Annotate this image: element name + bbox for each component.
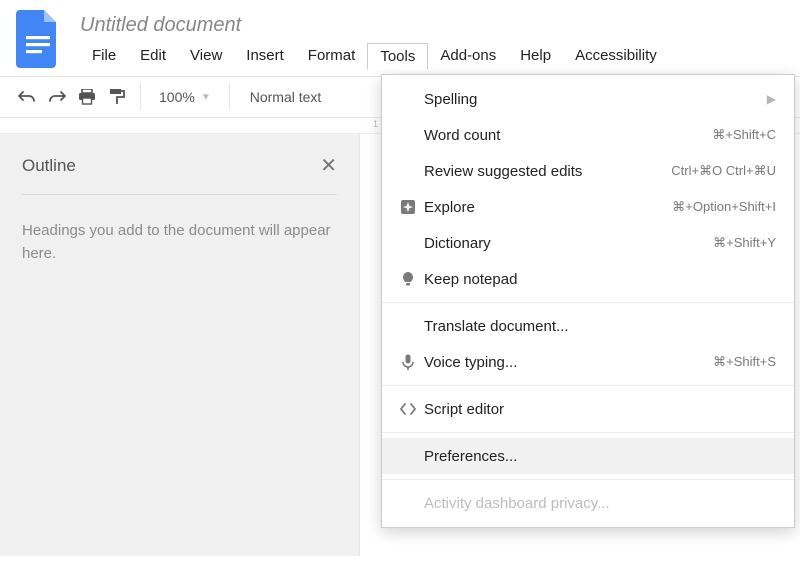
menu-item-keep-notepad[interactable]: Keep notepad [382, 261, 794, 297]
toolbar-separator [140, 84, 141, 110]
menu-addons[interactable]: Add-ons [428, 43, 508, 70]
menu-tools[interactable]: Tools [367, 43, 428, 70]
menu-item-label: Preferences... [422, 448, 776, 465]
menu-separator [382, 479, 794, 480]
header: Untitled document File Edit View Insert … [0, 0, 800, 70]
menu-insert[interactable]: Insert [234, 43, 296, 70]
print-button[interactable] [72, 82, 102, 112]
menu-separator [382, 302, 794, 303]
menubar: File Edit View Insert Format Tools Add-o… [80, 43, 784, 70]
close-icon[interactable]: ✕ [320, 156, 337, 176]
menu-item-review-edits[interactable]: Review suggested edits Ctrl+⌘O Ctrl+⌘U [382, 153, 794, 189]
explore-icon [394, 199, 422, 215]
menu-item-script-editor[interactable]: Script editor [382, 391, 794, 427]
mic-icon [394, 354, 422, 371]
zoom-value: 100% [159, 89, 195, 105]
menu-item-voice-typing[interactable]: Voice typing... ⌘+Shift+S [382, 344, 794, 380]
submenu-arrow-icon: ▶ [767, 92, 776, 106]
menu-item-label: Voice typing... [422, 354, 713, 371]
menu-separator [382, 385, 794, 386]
toolbar-separator [229, 84, 230, 110]
paint-format-button[interactable] [102, 82, 132, 112]
header-right: Untitled document File Edit View Insert … [80, 10, 784, 70]
zoom-selector[interactable]: 100% ▼ [149, 89, 221, 105]
menu-item-explore[interactable]: Explore ⌘+Option+Shift+I [382, 189, 794, 225]
menu-accessibility[interactable]: Accessibility [563, 43, 669, 70]
menu-item-label: Keep notepad [422, 271, 776, 288]
menu-item-label: Spelling [422, 91, 767, 108]
menu-item-label: Translate document... [422, 318, 776, 335]
menu-item-preferences[interactable]: Preferences... [382, 438, 794, 474]
menu-item-activity-privacy: Activity dashboard privacy... [382, 485, 794, 521]
tools-menu-dropdown: Spelling ▶ Word count ⌘+Shift+C Review s… [381, 74, 795, 528]
menu-help[interactable]: Help [508, 43, 563, 70]
outline-panel: Outline ✕ Headings you add to the docume… [0, 134, 360, 556]
menu-shortcut: ⌘+Option+Shift+I [672, 199, 776, 215]
menu-item-label: Dictionary [422, 235, 713, 252]
ruler-tick: 1 [373, 119, 378, 129]
menu-item-dictionary[interactable]: Dictionary ⌘+Shift+Y [382, 225, 794, 261]
document-title[interactable]: Untitled document [80, 12, 784, 43]
paragraph-style-selector[interactable]: Normal text [238, 89, 334, 105]
script-icon [394, 403, 422, 415]
menu-shortcut: ⌘+Shift+Y [713, 235, 776, 251]
outline-title: Outline [22, 156, 76, 176]
menu-item-spelling[interactable]: Spelling ▶ [382, 81, 794, 117]
menu-edit[interactable]: Edit [128, 43, 178, 70]
outline-placeholder: Headings you add to the document will ap… [22, 195, 337, 266]
menu-shortcut: ⌘+Shift+C [712, 127, 776, 143]
keep-icon [394, 271, 422, 287]
redo-button[interactable] [42, 82, 72, 112]
menu-item-label: Word count [422, 127, 712, 144]
menu-shortcut: ⌘+Shift+S [713, 354, 776, 370]
paragraph-style-value: Normal text [250, 89, 322, 105]
menu-item-label: Explore [422, 199, 672, 216]
undo-button[interactable] [12, 82, 42, 112]
menu-item-translate[interactable]: Translate document... [382, 308, 794, 344]
menu-item-word-count[interactable]: Word count ⌘+Shift+C [382, 117, 794, 153]
menu-separator [382, 432, 794, 433]
menu-file[interactable]: File [80, 43, 128, 70]
menu-format[interactable]: Format [296, 43, 368, 70]
outline-header: Outline ✕ [22, 156, 337, 195]
menu-item-label: Review suggested edits [422, 163, 671, 180]
menu-view[interactable]: View [178, 43, 234, 70]
menu-item-label: Activity dashboard privacy... [422, 495, 776, 512]
chevron-down-icon: ▼ [201, 92, 211, 103]
menu-item-label: Script editor [422, 401, 776, 418]
menu-shortcut: Ctrl+⌘O Ctrl+⌘U [671, 163, 776, 179]
docs-logo-icon[interactable] [16, 10, 60, 68]
